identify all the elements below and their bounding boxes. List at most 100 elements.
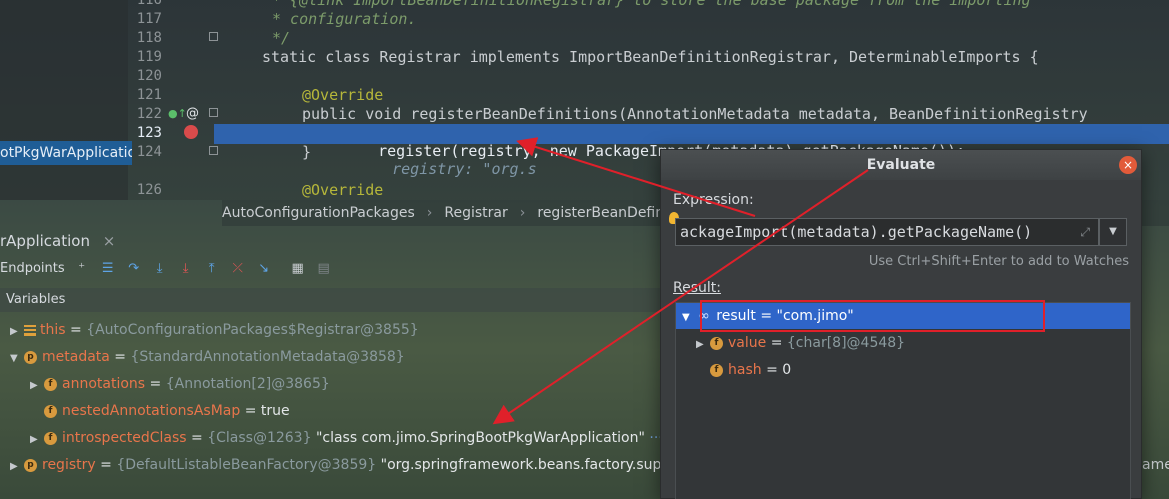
expand-icon[interactable]: ▶ <box>30 374 44 398</box>
line-number: 121 <box>136 87 162 103</box>
breadcrumb-item[interactable]: AutoConfigurationPackages <box>222 205 415 221</box>
variable-row[interactable]: ▶ f annotations = {Annotation[2]@3865} <box>30 372 330 396</box>
field-name: hash <box>728 362 762 378</box>
line-number: 124 <box>136 144 162 160</box>
variable-ref: {Annotation[2]@3865} <box>165 376 330 392</box>
line-number: 126 <box>136 182 162 198</box>
expand-icon[interactable]: ▶ <box>30 428 44 452</box>
line-number: 116 <box>136 0 162 8</box>
fold-marker-icon[interactable] <box>209 108 218 117</box>
variable-ref: {AutoConfigurationPackages$Registrar@385… <box>86 322 419 338</box>
expand-icon[interactable]: ▶ <box>10 320 24 344</box>
result-child-row[interactable]: f hash = 0 <box>710 357 791 383</box>
field-icon: f <box>710 363 723 377</box>
variable-ref: {DefaultListableBeanFactory@3859} <box>116 457 377 473</box>
object-icon <box>24 324 36 336</box>
debug-toolbar: Endpoints ⁺ ☰ ↷ ⤓ ⤓ ⤒ ⤫ ↘ ▦ ▤ <box>0 256 333 280</box>
code-line: * {@link ImportBeanDefinitionRegistrar} … <box>272 0 1031 9</box>
field-icon: f <box>44 377 57 391</box>
debug-tab-label: rApplication <box>0 232 90 250</box>
variable-name: annotations <box>62 376 146 392</box>
field-name: value <box>728 335 767 351</box>
field-icon: f <box>710 336 723 350</box>
close-icon[interactable]: × <box>103 232 116 250</box>
line-number: 120 <box>136 68 162 84</box>
variable-ref: {StandardAnnotationMetadata@3858} <box>130 349 405 365</box>
project-panel-strip: otPkgWarApplicatio <box>0 0 132 200</box>
result-child-row[interactable]: ▶ f value = {char[8]@4548} <box>696 330 905 356</box>
code-line: } <box>302 143 312 161</box>
result-tree[interactable]: ▼ ∞ result = "com.jimo" ▶ f value = {char[… <box>675 300 1131 499</box>
field-ref: {char[8]@4548} <box>786 335 906 351</box>
line-number: 117 <box>136 11 162 27</box>
variable-row[interactable]: ▶ p registry = {DefaultListableBeanFactory… <box>10 453 679 477</box>
variable-value: "org.springframework.beans.factory.suppo <box>380 457 679 473</box>
code-line: */ <box>272 29 291 47</box>
expression-input[interactable]: ackageImport(metadata).getPackageName() … <box>675 218 1099 246</box>
debug-tab[interactable]: rApplication × <box>0 228 115 254</box>
evaluate-dialog[interactable]: Evaluate × Expression: ackageImport(meta… <box>660 149 1142 499</box>
drop-frame-icon[interactable]: ⤫ <box>229 259 247 277</box>
code-line: static class Registrar implements Import… <box>262 48 1039 66</box>
breadcrumb-item[interactable]: registerBeanDefinit <box>537 205 673 221</box>
annotation-marker-icon[interactable]: @ <box>186 106 199 121</box>
trace-icon[interactable]: ▤ <box>315 259 333 277</box>
fold-marker-icon[interactable] <box>209 32 218 41</box>
code-line: @Override <box>302 86 384 104</box>
step-into-icon[interactable]: ⤓ <box>151 259 169 277</box>
code-line: public void registerBeanDefinitions(Anno… <box>302 105 1088 123</box>
variable-row[interactable]: ▼ p metadata = {StandardAnnotationMetadata… <box>10 345 405 369</box>
variables-header: Variables <box>0 288 660 312</box>
expression-label: Expression: <box>673 192 754 208</box>
variable-row[interactable]: ▶ this = {AutoConfigurationPackages$Regis… <box>10 318 419 342</box>
result-label: Result: <box>673 280 721 296</box>
expand-icon[interactable]: ▶ <box>696 332 710 358</box>
implements-icon[interactable]: ●↑ <box>168 107 187 120</box>
evaluate-expression-icon[interactable]: ▦ <box>289 259 307 277</box>
force-step-into-icon[interactable]: ⤓ <box>177 259 195 277</box>
variable-ref: {Class@1263} <box>207 430 312 446</box>
close-icon[interactable]: × <box>1119 156 1137 174</box>
step-out-icon[interactable]: ⤒ <box>203 259 221 277</box>
field-icon: f <box>44 404 57 418</box>
parameter-icon: p <box>24 350 37 364</box>
step-over-icon[interactable]: ↷ <box>125 259 143 277</box>
breadcrumb-item[interactable]: Registrar <box>444 205 507 221</box>
line-number: 122 <box>136 106 162 122</box>
variable-name: nestedAnnotationsAsMap <box>62 403 241 419</box>
chevron-right-icon: › <box>426 205 433 221</box>
line-number-current: 123 <box>136 125 162 141</box>
variable-row[interactable]: ▶ f introspectedClass = {Class@1263} "clas… <box>30 426 678 450</box>
expression-text: ackageImport(metadata).getPackageName() <box>680 223 1033 241</box>
collapse-icon[interactable]: ▼ <box>682 312 690 323</box>
annotation-box <box>700 300 1045 332</box>
dialog-title[interactable]: Evaluate <box>661 150 1141 180</box>
variable-value: "class com.jimo.SpringBootPkgWarApplicat… <box>315 430 645 446</box>
chevron-right-icon: › <box>519 205 526 221</box>
show-frames-icon[interactable]: ☰ <box>99 259 117 277</box>
code-line: @Override <box>302 181 384 199</box>
line-number: 119 <box>136 49 162 65</box>
collapse-icon[interactable]: ▼ <box>10 347 24 371</box>
code-line: * configuration. <box>272 10 417 28</box>
run-config-chip[interactable]: otPkgWarApplicatio <box>0 141 132 165</box>
parameter-icon: p <box>24 458 37 472</box>
variable-row[interactable]: f nestedAnnotationsAsMap = true <box>44 399 290 423</box>
expand-editor-icon[interactable]: ⤢ <box>1080 219 1090 245</box>
variable-value: true <box>260 403 290 419</box>
variable-name: metadata <box>42 349 110 365</box>
field-icon: f <box>44 431 57 445</box>
breakpoint-icon[interactable] <box>184 125 198 139</box>
endpoints-label[interactable]: Endpoints <box>0 261 65 276</box>
pin-icon[interactable]: ⁺ <box>73 259 91 277</box>
expand-icon[interactable]: ▶ <box>10 455 24 479</box>
variable-name: introspectedClass <box>62 430 187 446</box>
run-to-cursor-icon[interactable]: ↘ <box>255 259 273 277</box>
variable-name: registry <box>42 457 96 473</box>
chevron-down-icon[interactable]: ▼ <box>1099 218 1127 246</box>
fold-marker-icon[interactable] <box>209 146 218 155</box>
variable-value-overflow: ame <box>1142 457 1169 473</box>
line-number: 118 <box>136 30 162 46</box>
variable-name: this <box>40 322 66 338</box>
field-value: 0 <box>782 362 792 378</box>
